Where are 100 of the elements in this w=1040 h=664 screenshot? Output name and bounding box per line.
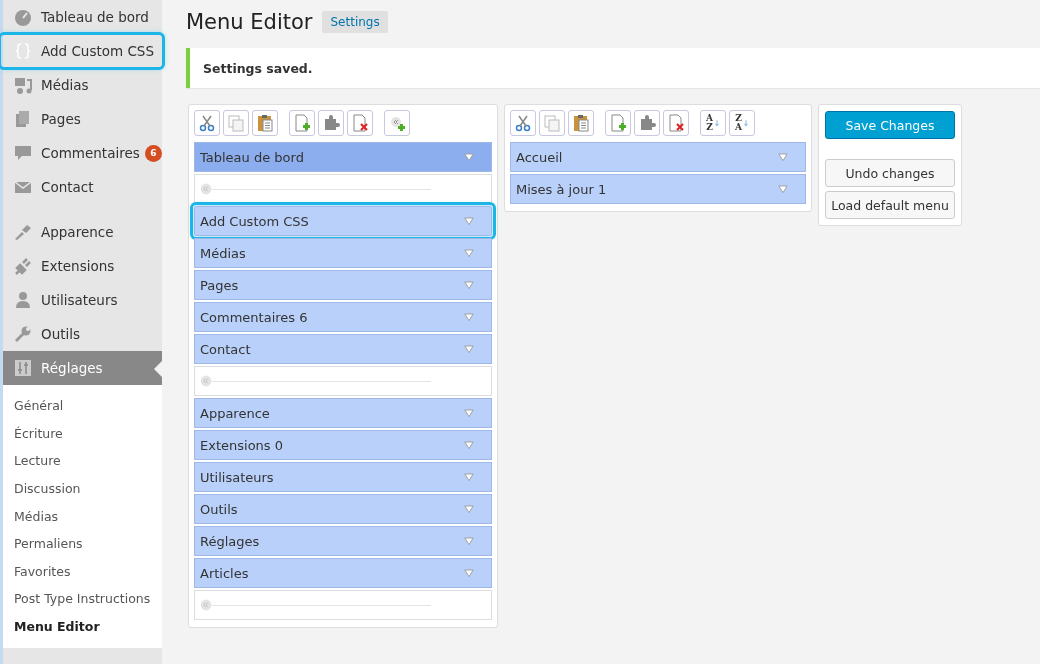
menu-item-label: Add Custom CSS [200,213,309,229]
dropdown-triangle-icon [463,535,475,547]
submenu-item[interactable]: Post Type Instructions [3,585,162,613]
dropdown-triangle-icon [463,471,475,483]
new-page-button[interactable] [289,110,315,136]
dropdown-triangle-icon [463,407,475,419]
menu-item-row[interactable]: Contact [194,334,492,364]
dropdown-triangle-icon [463,311,475,323]
media-icon [13,75,33,95]
copy-icon [226,113,246,133]
delete-page-button[interactable] [663,110,689,136]
dropdown-triangle-icon [777,151,789,163]
sidebar-item[interactable]: Add Custom CSS [0,34,163,68]
submenu-item[interactable]: Général [3,392,162,420]
menu-item-label: Pages [200,277,239,293]
menu-item-row[interactable]: Médias [194,238,492,268]
separator-row[interactable] [194,174,492,204]
menu-item-row[interactable]: Tableau de bord [194,142,492,172]
new-page-button[interactable] [605,110,631,136]
clipboard-icon [571,113,591,133]
dropdown-triangle-icon [777,183,789,195]
menu-item-row[interactable]: Outils [194,494,492,524]
new-page-icon [292,113,312,133]
menu-item-row[interactable]: Articles [194,558,492,588]
scissors-button[interactable] [194,110,220,136]
submenu-item[interactable]: Médias [3,502,162,530]
wrench-icon [13,324,33,344]
menu-item-label: Tableau de bord [200,149,304,165]
chevrons-icon [200,599,212,611]
menu-item-label: Réglages [200,533,260,549]
plug-icon [13,256,33,276]
success-notice: Settings saved. [186,48,1040,88]
submenu-item[interactable]: Écriture [3,419,162,448]
count-badge: 6 [144,144,162,162]
action-button[interactable]: Undo changes [825,159,955,187]
menu-item-row[interactable]: Réglages [194,526,492,556]
menu-item-label: Commentaires 6 [200,309,308,325]
sort-descending-button[interactable]: Z A [729,110,755,136]
dropdown-triangle-icon [463,279,475,291]
clipboard-button[interactable] [252,110,278,136]
menu-item-label: Extensions 0 [200,437,283,453]
menu-item-label: Outils [200,501,238,517]
clipboard-button[interactable] [568,110,594,136]
brush-icon [13,222,33,242]
delete-page-icon [350,113,370,133]
scissors-icon [197,113,217,133]
gauge-icon [13,7,33,27]
menu-item-row[interactable]: Extensions 0 [194,430,492,460]
submenu-item[interactable]: Discussion [3,474,162,503]
sidebar-item[interactable]: Extensions [3,249,162,283]
chevrons-icon [200,375,212,387]
sidebar-item[interactable]: Commentaires 6 [3,136,162,170]
sidebar-item[interactable]: Pages [3,102,162,136]
scissors-button[interactable] [510,110,536,136]
sidebar-item[interactable]: Tableau de bord [3,0,162,34]
clipboard-icon [255,113,275,133]
sidebar-item[interactable]: Outils [3,317,162,351]
sidebar-item[interactable]: Utilisateurs [3,283,162,317]
menu-item-row[interactable]: Utilisateurs [194,462,492,492]
dropdown-triangle-icon [463,151,475,163]
copy-icon [542,113,562,133]
menu-item-label: Utilisateurs [200,469,274,485]
submenu-item[interactable]: Permaliens [3,529,162,558]
puzzle-button[interactable] [634,110,660,136]
menu-item-row[interactable]: Apparence [194,398,492,428]
action-button[interactable]: Load default menu [825,191,955,219]
sidebar-item[interactable]: Contact [3,170,162,204]
speech-bubble-icon [13,143,33,163]
delete-page-button[interactable] [347,110,373,136]
settings-button[interactable]: Settings [322,11,388,33]
dropdown-triangle-icon [463,215,475,227]
submenu-item[interactable]: Favorites [3,557,162,586]
sliders-icon [13,358,33,378]
dropdown-triangle-icon [463,439,475,451]
menu-item-row[interactable]: Commentaires 6 [194,302,492,332]
chevrons-icon [200,183,212,195]
submenu-item[interactable]: Lecture [3,447,162,475]
menu-item-label: Articles [200,565,249,581]
puzzle-button[interactable] [318,110,344,136]
menu-item-label: Apparence [200,405,270,421]
user-icon [13,290,33,310]
dropdown-triangle-icon [463,247,475,259]
add-separator-button[interactable] [384,110,410,136]
menu-item-row[interactable]: Mises à jour 1 [510,174,806,204]
sidebar-item[interactable]: Réglages [3,351,162,385]
menu-item-row[interactable]: Pages [194,270,492,300]
dropdown-triangle-icon [463,567,475,579]
braces-icon [13,41,33,61]
submenu-item[interactable]: Menu Editor [3,612,162,641]
sort-ascending-button[interactable]: A Z [700,110,726,136]
new-page-icon [608,113,628,133]
sidebar-item[interactable]: Médias [3,68,162,102]
menu-item-row[interactable]: Accueil [510,142,806,172]
page-title: Menu Editor [186,10,313,34]
menu-item-label: Médias [200,245,246,261]
dropdown-triangle-icon [463,503,475,515]
dropdown-triangle-icon [463,343,475,355]
scissors-icon [513,113,533,133]
delete-page-icon [666,113,686,133]
sidebar-item[interactable]: Apparence [3,215,162,249]
